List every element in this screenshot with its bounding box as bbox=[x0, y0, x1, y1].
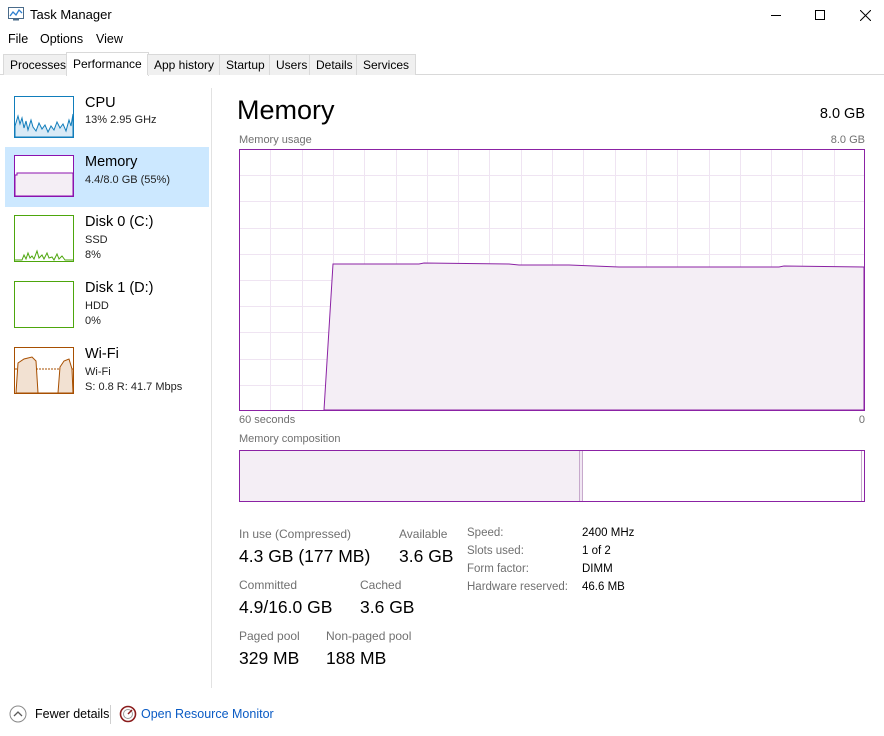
fewer-details-button[interactable]: Fewer details bbox=[35, 707, 109, 721]
tab-processes[interactable]: Processes bbox=[3, 54, 74, 75]
sidebar-disk-1-type: HDD bbox=[85, 300, 109, 312]
chevron-up-circle-icon[interactable] bbox=[9, 705, 27, 723]
tab-users[interactable]: Users bbox=[269, 54, 315, 75]
sidebar-item-disk-0[interactable]: Disk 0 (C:) SSD 8% bbox=[5, 207, 209, 267]
stat-paged-pool-value: 329 MB bbox=[239, 648, 300, 668]
spec-form-factor-label: Form factor: bbox=[467, 563, 529, 575]
stat-cached-value: 3.6 GB bbox=[360, 597, 415, 617]
close-button[interactable] bbox=[842, 0, 884, 30]
menu-view[interactable]: View bbox=[96, 32, 123, 46]
sidebar-wifi-name: Wi-Fi bbox=[85, 366, 111, 378]
stat-available-value: 3.6 GB bbox=[399, 546, 454, 566]
sidebar-disk-0-type: SSD bbox=[85, 234, 108, 246]
sidebar-disk-0-usage: 8% bbox=[85, 249, 101, 261]
sidebar-disk-1-title: Disk 1 (D:) bbox=[85, 280, 154, 296]
stat-in-use-label: In use (Compressed) bbox=[239, 527, 352, 541]
task-manager-icon bbox=[8, 7, 24, 21]
footer-bar: Fewer details Open Resource Monitor bbox=[0, 700, 884, 736]
memory-usage-graph bbox=[239, 149, 865, 411]
wifi-thumbnail-graph bbox=[14, 347, 74, 394]
sidebar-wifi-title: Wi-Fi bbox=[85, 346, 119, 362]
sidebar-memory-title: Memory bbox=[85, 154, 138, 170]
graph-axis-right: 0 bbox=[858, 414, 865, 426]
cpu-thumbnail-graph bbox=[14, 96, 74, 138]
menu-options[interactable]: Options bbox=[40, 32, 83, 46]
tab-performance[interactable]: Performance bbox=[66, 52, 149, 76]
title-bar[interactable]: Task Manager bbox=[0, 0, 884, 30]
performance-sidebar: CPU 13% 2.95 GHz Memory 4.4/8.0 GB (55%)… bbox=[0, 88, 212, 688]
sidebar-wifi-throughput: S: 0.8 R: 41.7 Mbps bbox=[85, 381, 183, 393]
stat-non-paged-pool-label: Non-paged pool bbox=[326, 629, 412, 643]
tab-app-history[interactable]: App history bbox=[147, 54, 222, 75]
memory-usage-label: Memory usage bbox=[239, 134, 312, 146]
sidebar-item-disk-1[interactable]: Disk 1 (D:) HDD 0% bbox=[5, 273, 209, 333]
sidebar-cpu-title: CPU bbox=[85, 95, 116, 111]
memory-composition-bar[interactable] bbox=[239, 450, 865, 502]
stat-in-use-value: 4.3 GB (177 MB) bbox=[239, 546, 371, 566]
graph-axis-left: 60 seconds bbox=[239, 414, 296, 426]
memory-thumbnail-graph bbox=[14, 155, 74, 197]
maximize-icon bbox=[815, 10, 825, 20]
tab-startup[interactable]: Startup bbox=[219, 54, 272, 75]
open-resource-monitor-link[interactable]: Open Resource Monitor bbox=[141, 707, 274, 721]
stat-committed-value: 4.9/16.0 GB bbox=[239, 597, 333, 617]
stat-cached-label: Cached bbox=[360, 578, 402, 592]
page-title: Memory bbox=[237, 95, 335, 125]
sidebar-item-cpu[interactable]: CPU 13% 2.95 GHz bbox=[5, 88, 209, 148]
stat-non-paged-pool-value: 188 MB bbox=[326, 648, 387, 668]
sidebar-cpu-usage: 13% 2.95 GHz bbox=[85, 114, 157, 126]
sidebar-item-wifi[interactable]: Wi-Fi Wi-Fi S: 0.8 R: 41.7 Mbps bbox=[5, 339, 209, 399]
composition-standby-segment[interactable] bbox=[583, 451, 862, 501]
disk-1-thumbnail-graph bbox=[14, 281, 74, 328]
memory-usage-area bbox=[323, 262, 865, 411]
resource-monitor-icon[interactable] bbox=[119, 705, 137, 723]
tab-services[interactable]: Services bbox=[356, 54, 417, 75]
stat-committed-label: Committed bbox=[239, 578, 298, 592]
minimize-button[interactable] bbox=[753, 0, 799, 30]
window-title: Task Manager bbox=[30, 7, 112, 22]
maximize-button[interactable] bbox=[797, 0, 843, 30]
close-icon bbox=[859, 9, 871, 21]
spec-speed-label: Speed: bbox=[467, 527, 504, 539]
disk-0-thumbnail-graph bbox=[14, 215, 74, 262]
tab-details[interactable]: Details bbox=[309, 54, 360, 75]
memory-composition-label: Memory composition bbox=[239, 433, 341, 445]
stat-available-label: Available bbox=[399, 527, 448, 541]
composition-in-use-segment[interactable] bbox=[240, 451, 580, 501]
spec-hardware-reserved-value: 46.6 MB bbox=[582, 581, 625, 593]
footer-divider bbox=[110, 705, 111, 724]
spec-slots-label: Slots used: bbox=[467, 545, 524, 557]
sidebar-memory-usage: 4.4/8.0 GB (55%) bbox=[85, 174, 170, 186]
memory-capacity: 8.0 GB bbox=[819, 106, 865, 122]
menu-file[interactable]: File bbox=[8, 32, 28, 46]
sidebar-disk-0-title: Disk 0 (C:) bbox=[85, 214, 154, 230]
spec-form-factor-value: DIMM bbox=[582, 563, 613, 575]
spec-hardware-reserved-label: Hardware reserved: bbox=[467, 581, 568, 593]
menu-bar: File Options View bbox=[0, 30, 884, 50]
sidebar-item-memory[interactable]: Memory 4.4/8.0 GB (55%) bbox=[5, 147, 209, 207]
spec-slots-value: 1 of 2 bbox=[582, 545, 611, 557]
spec-speed-value: 2400 MHz bbox=[582, 527, 635, 539]
sidebar-disk-1-usage: 0% bbox=[85, 315, 101, 327]
minimize-icon bbox=[771, 15, 781, 16]
tab-bar: Processes Performance App history Startu… bbox=[0, 52, 884, 76]
memory-usage-max: 8.0 GB bbox=[830, 134, 865, 146]
stat-paged-pool-label: Paged pool bbox=[239, 629, 300, 643]
